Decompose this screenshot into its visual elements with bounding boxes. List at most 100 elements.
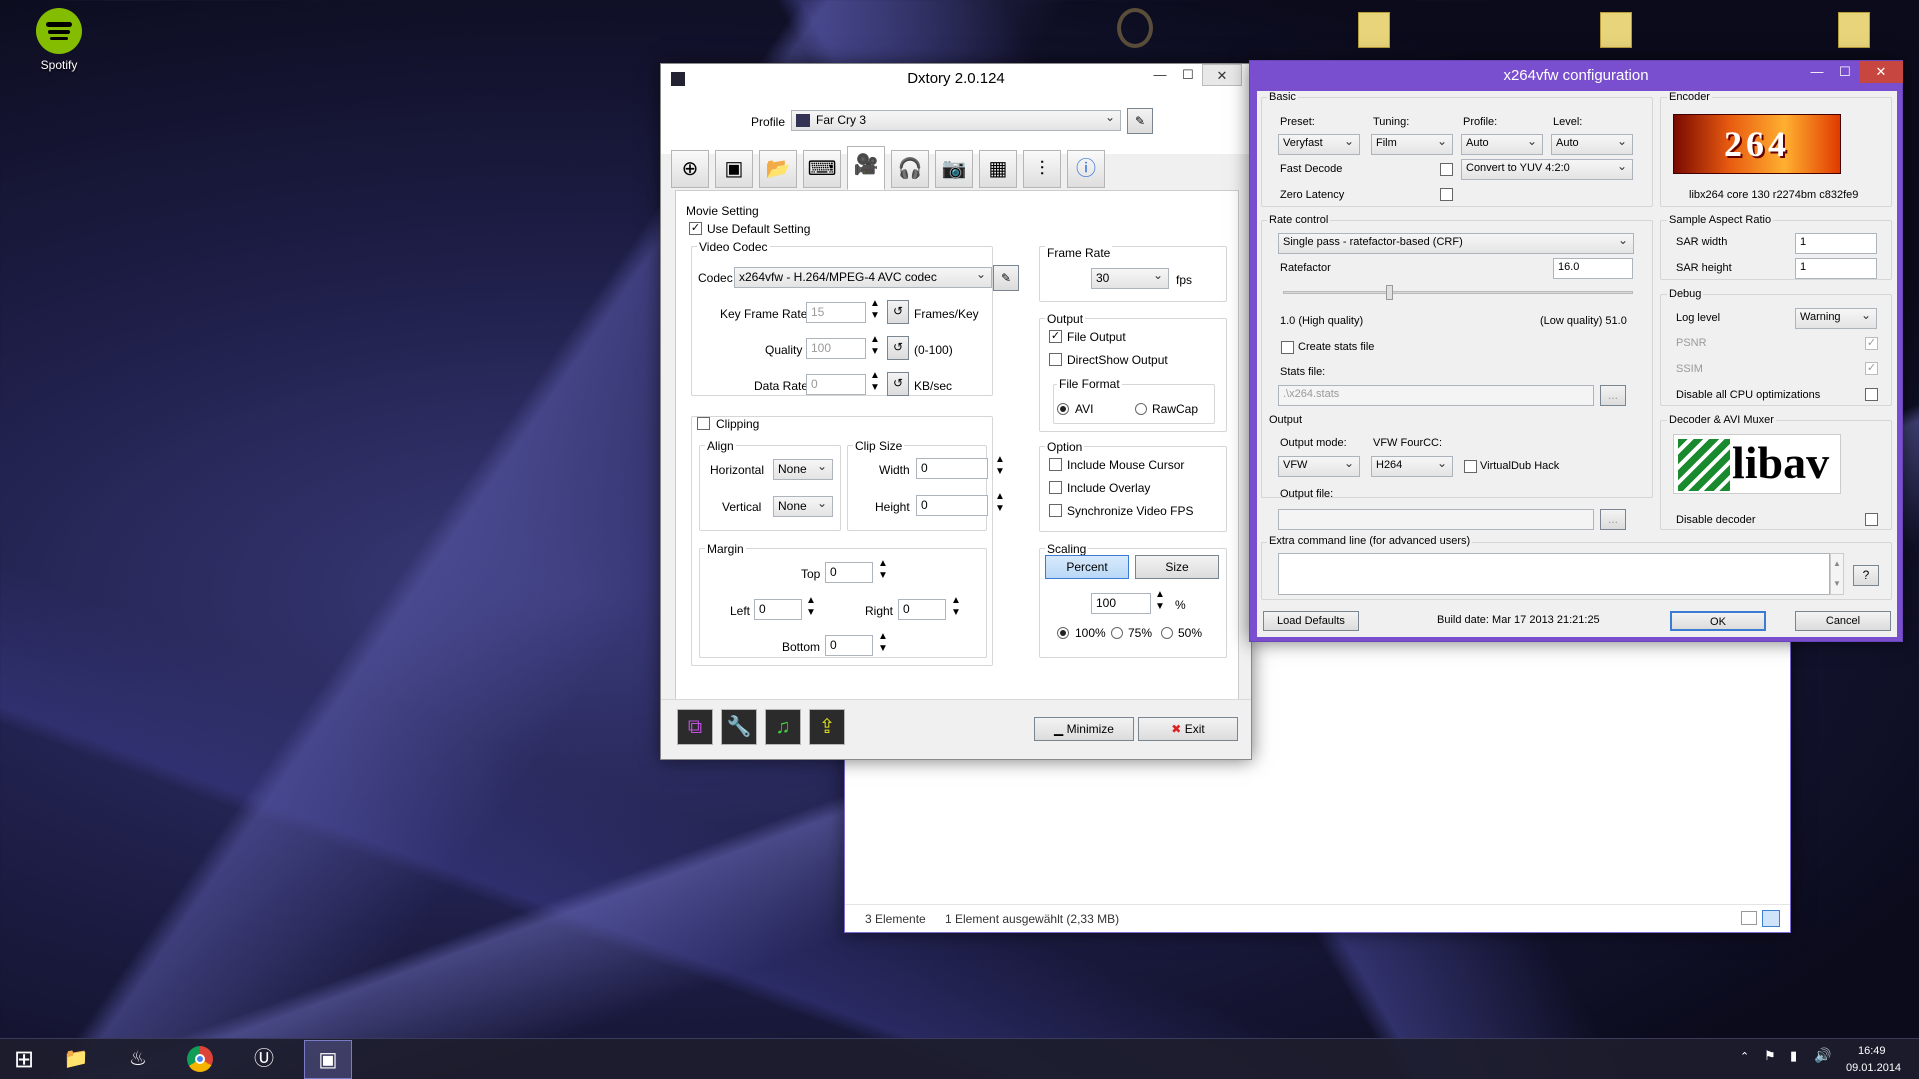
codec-select[interactable]: x264vfw - H.264/MPEG-4 AVC codec xyxy=(734,267,992,288)
stats-file-input[interactable]: .\x264.stats xyxy=(1278,385,1594,406)
output-browse-button[interactable]: ... xyxy=(1600,509,1626,530)
tab-target[interactable]: ⊕ xyxy=(671,150,709,188)
percent-button[interactable]: Percent xyxy=(1045,555,1129,579)
extra-cmd-input[interactable] xyxy=(1278,553,1830,595)
tab-audio[interactable]: 🎧 xyxy=(891,150,929,188)
folder-icon[interactable] xyxy=(1600,12,1632,48)
desktop-icon-spotify[interactable]: Spotify xyxy=(24,8,94,72)
disable-cpu-checkbox[interactable] xyxy=(1865,388,1878,401)
avi-radio[interactable] xyxy=(1057,403,1069,415)
clip-width-spinner[interactable]: ▲ ▼ xyxy=(993,454,1007,480)
rawcap-radio[interactable] xyxy=(1135,403,1147,415)
scale-50-radio[interactable] xyxy=(1161,627,1173,639)
help-button[interactable]: ? xyxy=(1853,565,1879,586)
margin-bottom-input[interactable]: 0 xyxy=(825,635,873,656)
output-file-input[interactable] xyxy=(1278,509,1594,530)
margin-right-spinner[interactable]: ▲ ▼ xyxy=(949,595,963,621)
tab-info[interactable]: ⓘ xyxy=(1067,150,1105,188)
directshow-checkbox[interactable] xyxy=(1049,353,1062,366)
profile-select[interactable]: Auto xyxy=(1461,134,1543,155)
minimize-window-button[interactable]: — xyxy=(1803,61,1831,83)
clip-width-input[interactable]: 0 xyxy=(916,458,988,479)
scale-spinner[interactable]: ▲ ▼ xyxy=(1153,589,1167,615)
tab-movie[interactable]: 🎥 xyxy=(847,146,885,190)
disable-decoder-checkbox[interactable] xyxy=(1865,513,1878,526)
folder-icon[interactable] xyxy=(1358,12,1390,48)
clipping-checkbox[interactable] xyxy=(697,417,710,430)
load-defaults-button[interactable]: Load Defaults xyxy=(1263,611,1359,631)
exit-button[interactable]: ✖ Exit xyxy=(1138,717,1238,741)
quality-reset-button[interactable]: ↺ xyxy=(887,336,909,360)
tab-chip[interactable]: ▦ xyxy=(979,150,1017,188)
level-select[interactable]: Auto xyxy=(1551,134,1633,155)
data-rate-reset-button[interactable]: ↺ xyxy=(887,372,909,396)
mouse-cursor-checkbox[interactable] xyxy=(1049,458,1062,471)
stats-browse-button[interactable]: ... xyxy=(1600,385,1626,406)
data-rate-input[interactable]: 0 xyxy=(806,374,866,395)
quality-spinner[interactable]: ▲ ▼ xyxy=(868,334,882,360)
margin-top-input[interactable]: 0 xyxy=(825,562,873,583)
convert-select[interactable]: Convert to YUV 4:2:0 xyxy=(1461,159,1633,180)
tiles-view-icon[interactable] xyxy=(1762,910,1780,927)
tab-hotkey[interactable]: ⌨ xyxy=(803,150,841,188)
start-button[interactable]: ⊞ xyxy=(0,1040,48,1079)
margin-left-spinner[interactable]: ▲ ▼ xyxy=(804,595,818,621)
close-window-button[interactable]: ✕ xyxy=(1859,61,1903,83)
minimize-button[interactable]: ▁ Minimize xyxy=(1034,717,1134,741)
dxtory-taskbar-icon[interactable]: ▣ xyxy=(304,1040,352,1079)
vertical-select[interactable]: None xyxy=(773,496,833,517)
volume-icon[interactable]: 🔊 xyxy=(1814,1047,1831,1064)
virtualdub-hack-checkbox[interactable] xyxy=(1464,460,1477,473)
ratefactor-slider[interactable] xyxy=(1283,285,1633,300)
ratefactor-input[interactable]: 16.0 xyxy=(1553,258,1633,279)
sar-width-input[interactable]: 1 xyxy=(1795,233,1877,254)
rc-mode-select[interactable]: Single pass - ratefactor-based (CRF) xyxy=(1278,233,1634,254)
psnr-checkbox[interactable] xyxy=(1865,337,1878,350)
clip-height-input[interactable]: 0 xyxy=(916,495,988,516)
zero-latency-checkbox[interactable] xyxy=(1440,188,1453,201)
codec-config-button[interactable]: ✎ xyxy=(993,265,1019,291)
overlay-tool-button[interactable]: ⧉ xyxy=(677,709,713,745)
sync-fps-checkbox[interactable] xyxy=(1049,504,1062,517)
maximize-window-button[interactable]: ☐ xyxy=(1831,61,1859,83)
clock-date[interactable]: 09.01.2014 xyxy=(1846,1062,1901,1074)
cancel-button[interactable]: Cancel xyxy=(1795,611,1891,631)
fast-decode-checkbox[interactable] xyxy=(1440,163,1453,176)
game-icon[interactable] xyxy=(1117,8,1153,48)
scale-input[interactable]: 100 xyxy=(1091,593,1151,614)
tuning-select[interactable]: Film xyxy=(1371,134,1453,155)
flag-icon[interactable]: ⚑ xyxy=(1764,1048,1776,1064)
overlay-checkbox[interactable] xyxy=(1049,481,1062,494)
tab-display[interactable]: ▣ xyxy=(715,150,753,188)
margin-bottom-spinner[interactable]: ▲ ▼ xyxy=(876,631,890,657)
network-icon[interactable]: ▮ xyxy=(1790,1048,1797,1064)
output-mode-select[interactable]: VFW xyxy=(1278,456,1360,477)
create-stats-checkbox[interactable] xyxy=(1281,341,1294,354)
clip-height-spinner[interactable]: ▲ ▼ xyxy=(993,491,1007,517)
ratefactor-thumb[interactable] xyxy=(1386,285,1393,300)
key-frame-input[interactable]: 15 xyxy=(806,302,866,323)
explorer-taskbar-icon[interactable]: 📁 xyxy=(52,1040,100,1079)
details-view-icon[interactable] xyxy=(1741,911,1757,925)
use-default-checkbox[interactable] xyxy=(689,222,702,235)
sar-height-input[interactable]: 1 xyxy=(1795,258,1877,279)
tab-screenshot[interactable]: 📷 xyxy=(935,150,973,188)
profile-select[interactable]: Far Cry 3 xyxy=(791,110,1121,131)
ok-button[interactable]: OK xyxy=(1670,611,1766,631)
size-button[interactable]: Size xyxy=(1135,555,1219,579)
margin-top-spinner[interactable]: ▲ ▼ xyxy=(876,558,890,584)
clock-time[interactable]: 16:49 xyxy=(1858,1045,1886,1057)
steam-taskbar-icon[interactable]: ♨ xyxy=(114,1040,162,1079)
tray-chevron-icon[interactable]: ⌃ xyxy=(1740,1050,1749,1063)
uplay-taskbar-icon[interactable]: Ⓤ xyxy=(240,1040,288,1079)
preset-select[interactable]: Veryfast xyxy=(1278,134,1360,155)
data-rate-spinner[interactable]: ▲ ▼ xyxy=(868,370,882,396)
quality-input[interactable]: 100 xyxy=(806,338,866,359)
audio-tool-button[interactable]: ♫ xyxy=(765,709,801,745)
tab-folder[interactable]: 📂 xyxy=(759,150,797,188)
scale-100-radio[interactable] xyxy=(1057,627,1069,639)
key-frame-spinner[interactable]: ▲ ▼ xyxy=(868,298,882,324)
horizontal-select[interactable]: None xyxy=(773,459,833,480)
file-output-checkbox[interactable] xyxy=(1049,330,1062,343)
edit-profile-button[interactable]: ✎ xyxy=(1127,108,1153,134)
